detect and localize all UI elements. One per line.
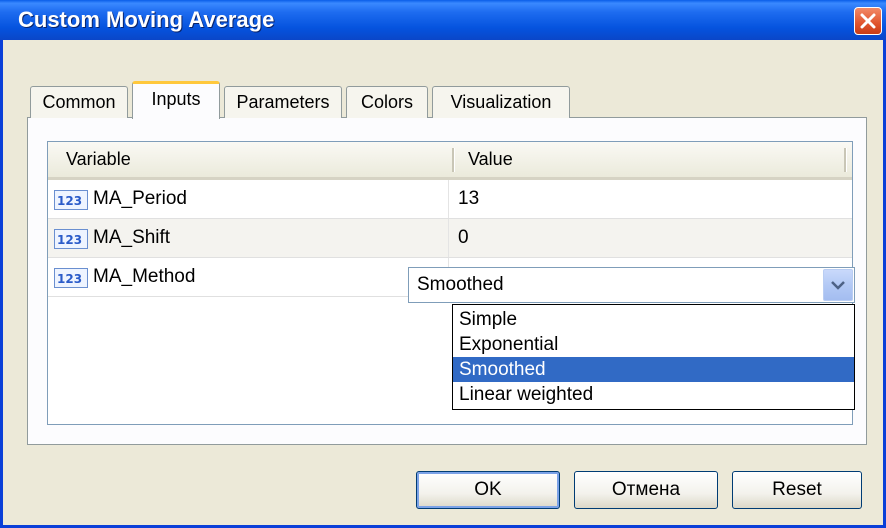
tab-label: Colors (360, 92, 413, 112)
column-header-value[interactable]: Value (468, 142, 513, 177)
variable-name: MA_Method (93, 266, 196, 287)
cancel-button[interactable]: Отмена (574, 471, 718, 509)
table-row[interactable]: 123 MA_Period 13 (48, 180, 852, 219)
variable-value[interactable]: 13 (458, 180, 479, 218)
reset-button[interactable]: Reset (732, 471, 862, 509)
tab-parameters[interactable]: Parameters (224, 86, 342, 118)
column-divider[interactable] (844, 148, 847, 172)
tab-inputs[interactable]: Inputs (132, 81, 220, 119)
grid-header: Variable Value (48, 142, 852, 180)
close-button[interactable] (854, 7, 882, 35)
tab-common[interactable]: Common (30, 86, 128, 118)
tab-label: Visualization (450, 92, 552, 112)
chevron-down-icon (831, 281, 845, 290)
dropdown-option-simple[interactable]: Simple (453, 307, 854, 332)
ok-button[interactable]: OK (416, 471, 560, 509)
dropdown-option-linear-weighted[interactable]: Linear weighted (453, 382, 854, 407)
select-value: Smoothed (417, 274, 504, 295)
variable-name: MA_Period (93, 188, 187, 209)
column-header-variable[interactable]: Variable (66, 142, 131, 177)
dropdown-button[interactable] (823, 269, 853, 301)
title-bar[interactable]: Custom Moving Average (0, 0, 886, 40)
integer-type-icon: 123 (54, 268, 88, 288)
ma-method-select[interactable]: Smoothed (408, 267, 855, 303)
variable-name: MA_Shift (93, 227, 171, 248)
variable-value[interactable]: 0 (458, 219, 469, 257)
table-row[interactable]: 123 MA_Shift 0 (48, 219, 852, 258)
window-title: Custom Moving Average (18, 7, 275, 32)
cell-divider (448, 180, 449, 218)
column-divider[interactable] (452, 148, 455, 172)
tab-colors[interactable]: Colors (346, 86, 428, 118)
dropdown-option-smoothed[interactable]: Smoothed (453, 357, 854, 382)
integer-type-icon: 123 (54, 229, 88, 249)
tab-visualization[interactable]: Visualization (432, 86, 570, 118)
dropdown-option-exponential[interactable]: Exponential (453, 332, 854, 357)
svg-text:123: 123 (57, 233, 82, 247)
svg-text:123: 123 (57, 272, 82, 286)
dropdown-list: Simple Exponential Smoothed Linear weigh… (452, 304, 855, 410)
svg-text:123: 123 (57, 194, 82, 208)
cell-divider (448, 219, 449, 257)
tab-label: Parameters (236, 92, 330, 112)
close-icon (860, 13, 876, 29)
tab-label: Common (42, 92, 116, 112)
integer-type-icon: 123 (54, 190, 88, 210)
tab-label: Inputs (151, 89, 201, 109)
